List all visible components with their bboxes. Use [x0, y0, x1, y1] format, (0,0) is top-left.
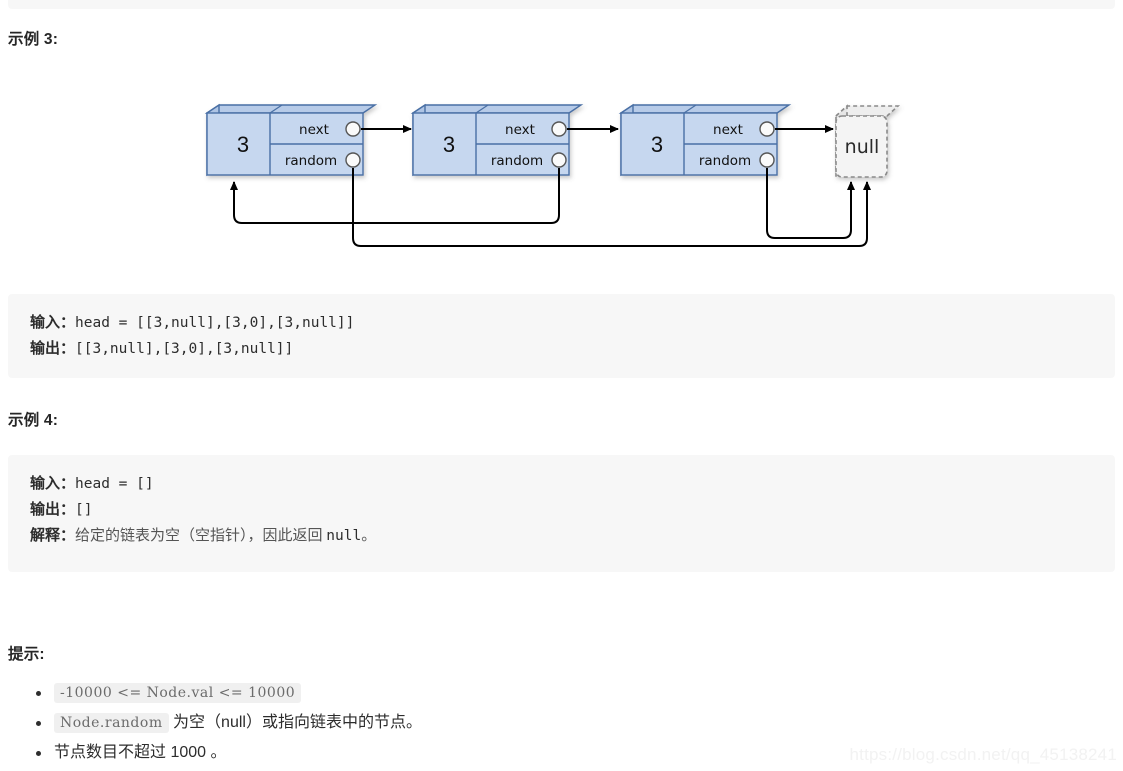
example-4-explain-text: 给定的链表为空（空指针），因此返回	[75, 528, 327, 544]
example-3-code-block: 输入：head = [[3,null],[3,0],[3,null]] 输出：[…	[8, 294, 1115, 378]
hint-item-0: -10000 <= Node.val <= 10000	[8, 678, 1008, 708]
node-0-random-label: random	[285, 153, 337, 169]
random-arrow-0	[352, 168, 871, 247]
example-3-input-label: 输入：	[30, 315, 76, 331]
hint-0-code: -10000 <= Node.val <= 10000	[54, 683, 302, 703]
node-0-next-port	[345, 121, 361, 137]
node-1-random-label: random	[491, 153, 543, 169]
node-2-next-label: next	[713, 122, 743, 138]
example-4-code-block: 输入：head = [] 输出：[] 解释：给定的链表为空（空指针），因此返回 …	[8, 455, 1115, 572]
hint-2-text: 节点数目不超过 1000 。	[54, 744, 227, 761]
example-4-heading: 示例 4:	[8, 412, 59, 429]
example-3-output-label: 输出：	[30, 341, 76, 357]
example-3-line-input: 输入：head = [[3,null],[3,0],[3,null]]	[30, 310, 1115, 336]
hint-1-text: 为空（null）或指向链表中的节点。	[168, 714, 422, 731]
example-4-explain-code: null	[326, 528, 362, 544]
example-3-output-code: [[3,null],[3,0],[3,null]]	[75, 341, 294, 357]
example-4-output-code: []	[75, 502, 93, 518]
node-0-value: 3	[237, 132, 249, 157]
node-1-value: 3	[443, 132, 455, 157]
random-arrow-1	[230, 168, 560, 224]
node-2-random-label: random	[699, 153, 751, 169]
null-terminal-label: null	[845, 136, 880, 158]
random-arrow-2	[766, 168, 855, 239]
node-1-random-port	[551, 152, 567, 168]
node-0-random-port	[345, 152, 361, 168]
example-3-input-code: head = [[3,null],[3,0],[3,null]]	[75, 315, 355, 331]
node-1-next-label: next	[505, 122, 535, 138]
example-4-line-explain: 解释：给定的链表为空（空指针），因此返回 null。	[30, 523, 1115, 549]
example-4-explain-label: 解释：	[30, 528, 76, 544]
linked-list-diagram: 3 next random 3 next random 3 next rando…	[204, 103, 901, 247]
example-4-line-output: 输出：[]	[30, 497, 1115, 523]
hint-item-1: Node.random 为空（null）或指向链表中的节点。	[8, 708, 1008, 738]
example-4-input-code: head = []	[75, 476, 154, 492]
hint-1-code: Node.random	[54, 713, 169, 733]
node-1-next-port	[551, 121, 567, 137]
example-4-explain-tail: 。	[361, 528, 377, 544]
hints-heading: 提示:	[8, 646, 45, 663]
example-4-output-label: 输出：	[30, 502, 76, 518]
top-truncated-code-strip	[8, 0, 1115, 9]
example-4-input-label: 输入：	[30, 476, 76, 492]
example-3-line-output: 输出：[[3,null],[3,0],[3,null]]	[30, 336, 1115, 362]
node-2-value: 3	[651, 132, 663, 157]
node-0-next-label: next	[299, 122, 329, 138]
node-2-random-port	[759, 152, 775, 168]
node-2-next-port	[759, 121, 775, 137]
watermark: https://blog.csdn.net/qq_45138241	[849, 745, 1117, 764]
example-4-line-input: 输入：head = []	[30, 471, 1115, 497]
example-3-heading: 示例 3:	[8, 31, 59, 48]
